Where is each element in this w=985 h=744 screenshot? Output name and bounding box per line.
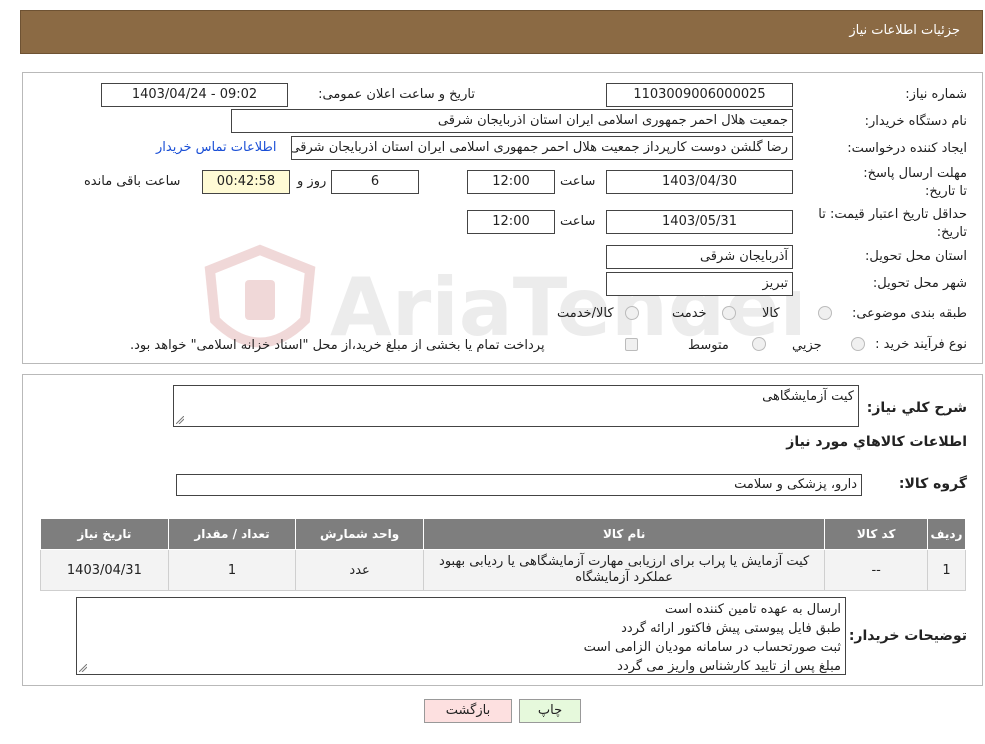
city-label: شهر محل تحویل: bbox=[872, 276, 967, 291]
need-number-label: شماره نیاز: bbox=[905, 87, 967, 102]
process-label: نوع فرآیند خرید : bbox=[875, 337, 967, 352]
print-button[interactable]: چاپ bbox=[519, 699, 581, 723]
buyer-note-line: ثبت صورتحساب در سامانه مودیان الزامی است bbox=[583, 640, 841, 655]
cell-unit: عدد bbox=[295, 549, 424, 591]
deadline-time-label: ساعت bbox=[560, 174, 596, 189]
cell-date: 1403/04/31 bbox=[40, 549, 169, 591]
description-field: کیت آزمایشگاهی bbox=[173, 385, 859, 427]
cell-quantity: 1 bbox=[167, 549, 297, 591]
category-option-goods-service: کالا/خدمت bbox=[557, 306, 614, 321]
deadline-label: مهلت ارسال پاسخ: تا تاریخ: bbox=[863, 166, 967, 199]
deadline-time-field: 12:00 bbox=[467, 170, 555, 194]
page-header: جزئیات اطلاعات نیاز bbox=[20, 10, 983, 54]
category-option-service: خدمت bbox=[672, 306, 707, 321]
deadline-date-field: 1403/04/30 bbox=[606, 170, 793, 194]
col-unit: واحد شمارش bbox=[295, 518, 424, 550]
cell-row: 1 bbox=[926, 549, 967, 591]
process-note: پرداخت تمام یا بخشی از مبلغ خرید،از محل … bbox=[130, 338, 545, 353]
province-field: آذربایجان شرقی bbox=[606, 245, 793, 269]
validity-time-field: 12:00 bbox=[467, 210, 555, 234]
requester-label: ایجاد کننده درخواست: bbox=[847, 141, 967, 156]
goods-info-title: اطلاعات كالاهاي مورد نياز bbox=[786, 434, 967, 450]
process-option-medium: متوسط bbox=[688, 338, 729, 353]
buyer-note-line: مبلغ پس از تایید کارشناس واریز می گردد bbox=[617, 659, 841, 674]
province-label: استان محل تحویل: bbox=[865, 249, 967, 264]
process-radio-minor[interactable] bbox=[851, 337, 865, 351]
announce-field: 1403/04/24 - 09:02 bbox=[101, 83, 288, 107]
buyer-org-field: جمعیت هلال احمر جمهوری اسلامی ایران استا… bbox=[231, 109, 793, 133]
treasury-checkbox[interactable] bbox=[625, 338, 638, 351]
resize-handle-icon[interactable] bbox=[176, 416, 184, 424]
city-field: تبریز bbox=[606, 272, 793, 296]
buyer-note-line: ارسال به عهده تامین کننده است bbox=[664, 602, 841, 617]
validity-date-field: 1403/05/31 bbox=[606, 210, 793, 234]
category-radio-goods[interactable] bbox=[818, 306, 832, 320]
back-button[interactable]: بازگشت bbox=[424, 699, 512, 723]
goods-group-label: گروه کالا: bbox=[898, 476, 967, 492]
validity-time-label: ساعت bbox=[560, 214, 596, 229]
process-radio-medium[interactable] bbox=[752, 337, 766, 351]
table-header-row: تاریخ نیاز تعداد / مقدار واحد شمارش نام … bbox=[40, 518, 967, 550]
notes-resize-handle-icon[interactable] bbox=[79, 664, 87, 672]
days-field: 6 bbox=[331, 170, 419, 194]
buyer-notes-field: ارسال به عهده تامین کننده است طبق فایل پ… bbox=[76, 597, 846, 675]
process-option-minor: جزیي bbox=[792, 338, 822, 353]
category-option-goods: کالا bbox=[762, 306, 780, 321]
col-name: نام کالا bbox=[422, 518, 826, 550]
items-table: تاریخ نیاز تعداد / مقدار واحد شمارش نام … bbox=[40, 518, 967, 591]
days-label: روز و bbox=[297, 174, 327, 189]
buyer-org-label: نام دستگاه خریدار: bbox=[864, 114, 967, 129]
buyer-contact-link[interactable]: اطلاعات تماس خریدار bbox=[156, 140, 276, 155]
category-radio-service[interactable] bbox=[722, 306, 736, 320]
cell-name: کیت آزمایش یا پراب برای ارزیابی مهارت آز… bbox=[422, 549, 826, 591]
category-label: طبقه بندی موضوعی: bbox=[851, 306, 967, 321]
page-title: جزئیات اطلاعات نیاز bbox=[849, 23, 960, 38]
col-code: کد کالا bbox=[824, 518, 928, 550]
category-radio-goods-service[interactable] bbox=[625, 306, 639, 320]
buyer-notes-label: توضیحات خریدار: bbox=[848, 628, 967, 644]
buyer-note-line: طبق فایل پیوستی پیش فاکتور ارائه گردد bbox=[621, 621, 841, 636]
goods-group-field: دارو، پزشکی و سلامت bbox=[176, 474, 862, 496]
requester-field: رضا گلشن دوست کارپرداز جمعیت هلال احمر ج… bbox=[291, 136, 793, 160]
remaining-time-field: 00:42:58 bbox=[202, 170, 290, 194]
col-date: تاریخ نیاز bbox=[40, 518, 169, 550]
table-row: 1403/04/31 1 عدد کیت آزمایش یا پراب برای… bbox=[40, 549, 967, 591]
col-quantity: تعداد / مقدار bbox=[167, 518, 297, 550]
remaining-label: ساعت باقی مانده bbox=[84, 174, 181, 189]
announce-label: تاریخ و ساعت اعلان عمومی: bbox=[318, 87, 475, 102]
cell-code: -- bbox=[824, 549, 928, 591]
col-row: ردیف bbox=[926, 518, 967, 550]
validity-label: حداقل تاریخ اعتبار قیمت: تا تاریخ: bbox=[818, 207, 967, 240]
need-number-field: 1103009006000025 bbox=[606, 83, 793, 107]
description-label: شرح كلي نياز: bbox=[866, 400, 967, 416]
